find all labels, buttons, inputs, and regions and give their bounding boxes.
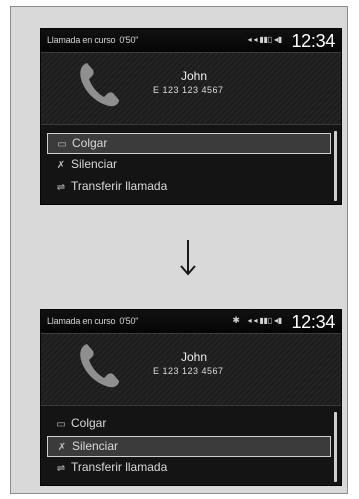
bluetooth-icon: ✱ bbox=[232, 315, 240, 325]
signal-battery-icons: ◂ ◂ ▮▮▯ ◂▮ bbox=[247, 316, 283, 325]
menu-item-transfer[interactable]: ⇌ Transferir llamada bbox=[47, 177, 331, 198]
call-status-label: Llamada en curso bbox=[47, 316, 116, 326]
contact-number: E 123 123 4567 bbox=[153, 85, 224, 95]
menu-item-transfer[interactable]: ⇌ Transferir llamada bbox=[47, 458, 331, 479]
menu-item-label: Silenciar bbox=[71, 157, 118, 171]
call-info: John E 123 123 4567 bbox=[41, 334, 341, 405]
call-status-text: Llamada en curso 0'50" bbox=[47, 316, 138, 326]
scrollbar[interactable] bbox=[334, 412, 337, 482]
scroll-thumb[interactable] bbox=[334, 412, 337, 482]
call-options-menu: ▭ Colgar ✗ Silenciar ⇌ Transferir llamada bbox=[41, 405, 341, 485]
menu-item-label: Transferir llamada bbox=[71, 460, 168, 474]
transfer-icon: ⇌ bbox=[56, 463, 66, 474]
contact-number: E 123 123 4567 bbox=[153, 366, 224, 376]
phone-handset-icon bbox=[77, 340, 121, 395]
status-bar: Llamada en curso 0'50" ✱ ◂ ◂ ▮▮▯ ◂▮ 12:34 bbox=[41, 310, 341, 334]
call-duration: 0'50" bbox=[119, 316, 139, 326]
menu-item-label: Colgar bbox=[71, 416, 107, 430]
status-icons: ◂ ◂ ▮▮▯ ◂▮ bbox=[240, 34, 283, 44]
menu-item-mute[interactable]: ✗ Silenciar bbox=[47, 436, 331, 457]
mute-icon: ✗ bbox=[57, 442, 67, 453]
call-duration: 0'50" bbox=[119, 35, 139, 45]
menu-item-hang-up[interactable]: ▭ Colgar bbox=[47, 133, 331, 154]
call-screen-after: Llamada en curso 0'50" ✱ ◂ ◂ ▮▮▯ ◂▮ 12:34 … bbox=[40, 309, 342, 486]
phone-down-icon: ▭ bbox=[56, 419, 66, 430]
down-arrow-icon bbox=[179, 240, 196, 276]
clock: 12:34 bbox=[291, 31, 335, 51]
phone-handset-icon bbox=[77, 59, 121, 114]
call-options-menu: ▭ Colgar ✗ Silenciar ⇌ Transferir llamada bbox=[41, 124, 341, 204]
scroll-thumb[interactable] bbox=[334, 131, 337, 201]
call-info: John E 123 123 4567 bbox=[41, 53, 341, 124]
call-status-text: Llamada en curso 0'50" bbox=[47, 35, 138, 45]
scrollbar[interactable] bbox=[334, 131, 337, 201]
status-bar: Llamada en curso 0'50" ◂ ◂ ▮▮▯ ◂▮ 12:34 bbox=[41, 29, 341, 53]
call-screen-before: Llamada en curso 0'50" ◂ ◂ ▮▮▯ ◂▮ 12:34 J… bbox=[40, 28, 342, 205]
contact-name: John bbox=[181, 350, 208, 364]
transfer-icon: ⇌ bbox=[56, 182, 66, 193]
menu-item-label: Silenciar bbox=[72, 439, 119, 453]
mute-icon: ✗ bbox=[56, 160, 66, 171]
status-icons: ✱ ◂ ◂ ▮▮▯ ◂▮ bbox=[232, 315, 282, 326]
menu-item-mute[interactable]: ✗ Silenciar bbox=[47, 155, 331, 176]
illustration-frame: Llamada en curso 0'50" ◂ ◂ ▮▮▯ ◂▮ 12:34 J… bbox=[10, 6, 348, 494]
contact-name: John bbox=[181, 69, 208, 83]
call-status-label: Llamada en curso bbox=[47, 35, 116, 45]
menu-item-label: Transferir llamada bbox=[71, 179, 168, 193]
phone-down-icon: ▭ bbox=[57, 139, 67, 150]
clock: 12:34 bbox=[291, 312, 335, 332]
signal-battery-icons: ◂ ◂ ▮▮▯ ◂▮ bbox=[247, 35, 283, 44]
menu-item-hang-up[interactable]: ▭ Colgar bbox=[47, 414, 331, 435]
menu-item-label: Colgar bbox=[72, 136, 108, 150]
